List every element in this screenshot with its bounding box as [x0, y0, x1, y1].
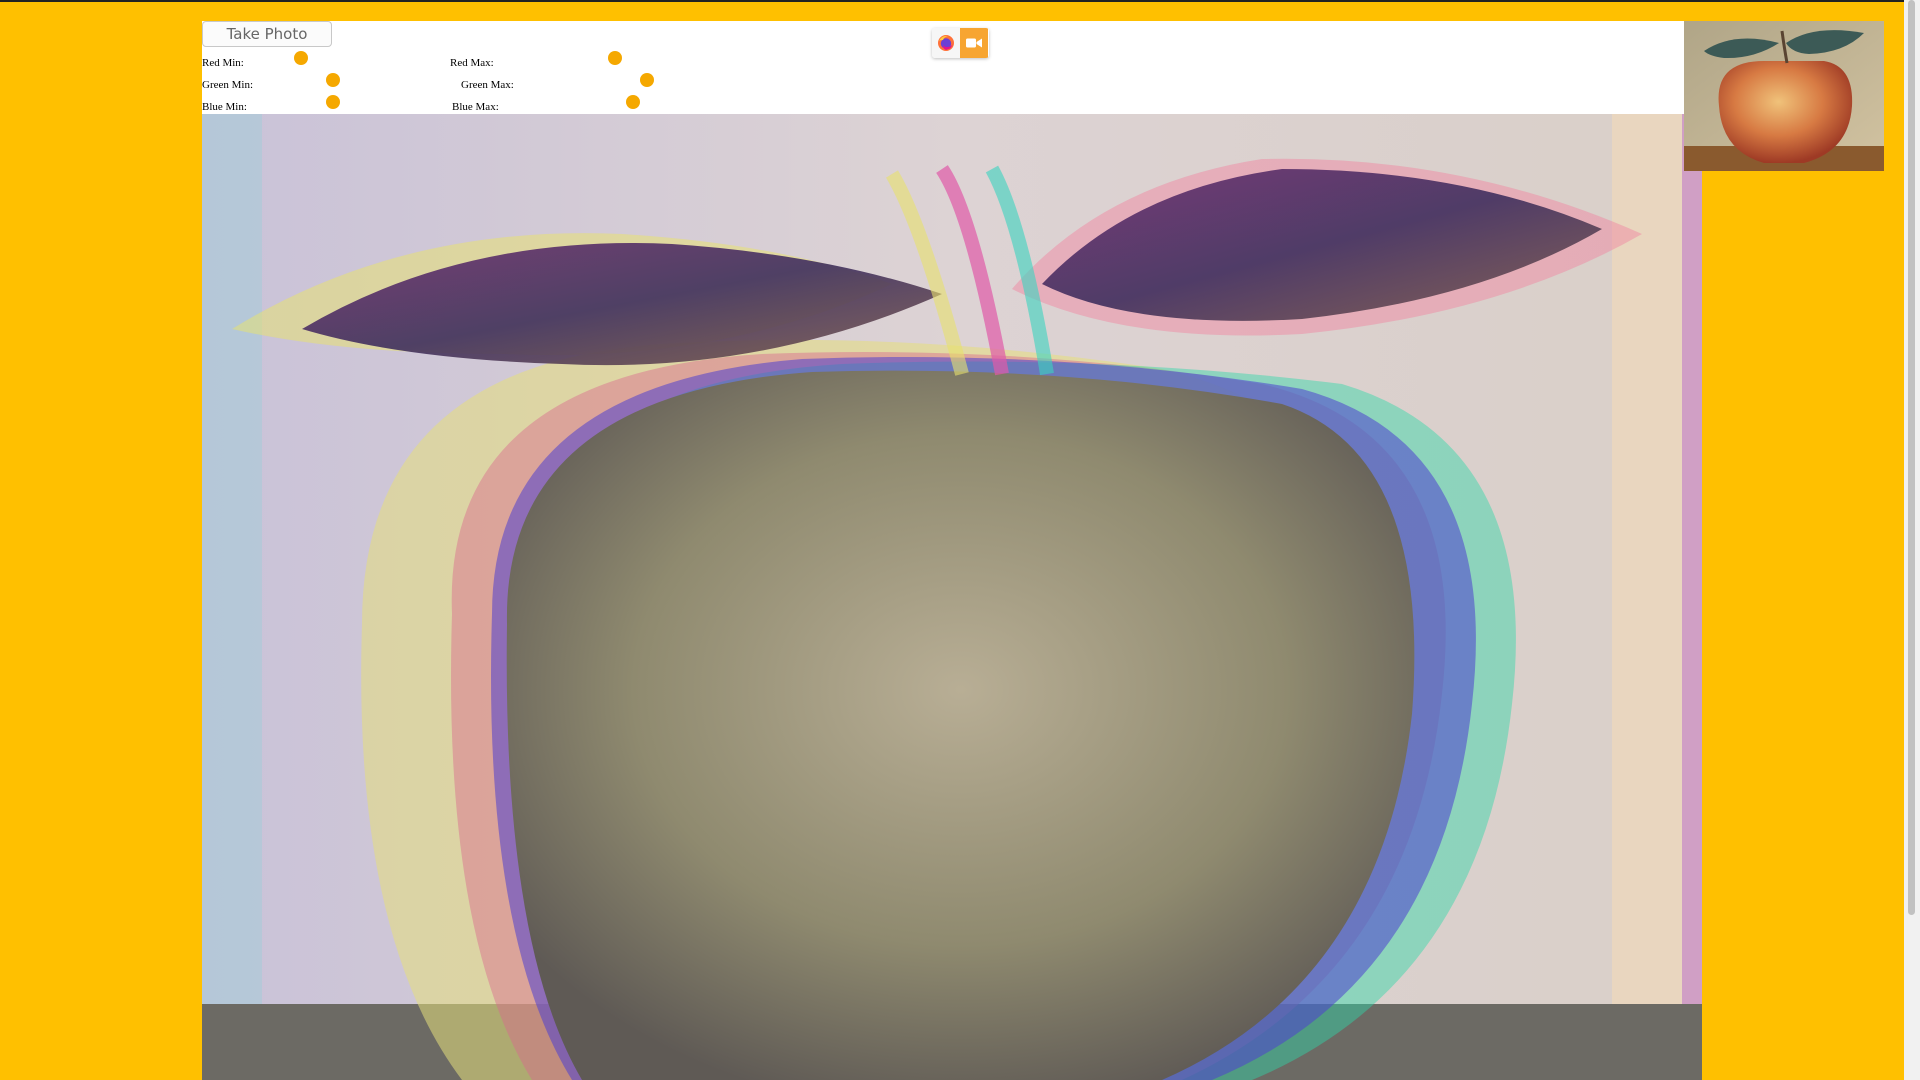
processed-camera-image [202, 114, 1702, 1080]
blue-max-label: Blue Max: [452, 101, 499, 113]
green-max-slider[interactable] [522, 69, 655, 91]
camera-sharing-indicator [932, 28, 989, 58]
slider-thumb[interactable] [325, 95, 340, 109]
slider-thumb[interactable] [294, 51, 309, 65]
slider-thumb[interactable] [325, 73, 340, 87]
take-photo-button[interactable]: Take Photo [202, 21, 332, 47]
red-max-label: Red Max: [450, 57, 494, 69]
original-camera-preview [1684, 21, 1884, 171]
green-min-slider[interactable] [262, 69, 391, 91]
camera-icon[interactable] [960, 28, 988, 58]
red-max-slider[interactable] [504, 47, 633, 69]
red-min-slider[interactable] [252, 47, 381, 69]
blue-min-slider[interactable] [262, 91, 391, 113]
scrollbar-thumb[interactable] [1908, 0, 1915, 915]
page-scrollbar[interactable] [1904, 0, 1920, 1080]
green-max-label: Green Max: [461, 79, 514, 91]
slider-thumb[interactable] [607, 51, 622, 65]
slider-thumb[interactable] [626, 95, 641, 109]
window-top-border [0, 0, 1920, 2]
blue-min-label: Blue Min: [202, 101, 247, 113]
firefox-icon[interactable] [932, 28, 960, 58]
blue-max-slider[interactable] [512, 91, 641, 113]
red-min-label: Red Min: [202, 57, 244, 69]
green-min-label: Green Min: [202, 79, 254, 91]
